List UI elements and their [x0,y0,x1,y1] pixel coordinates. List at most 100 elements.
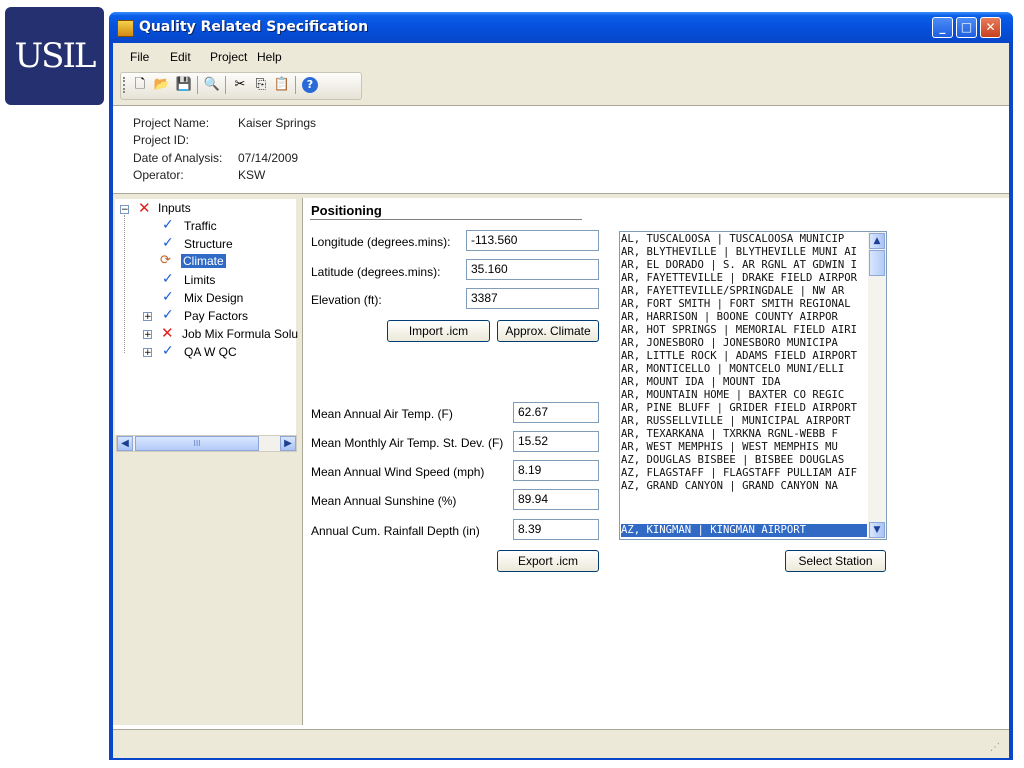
menu-help[interactable]: Help [257,50,282,64]
help-icon[interactable]: ? [302,77,318,93]
close-button[interactable]: ✕ [980,17,1001,38]
approx-climate-button[interactable]: Approx. Climate [497,320,599,342]
menu-file[interactable]: File [130,50,149,64]
project-name-value: Kaiser Springs [238,116,317,130]
positioning-title: Positioning [311,203,382,218]
station-item[interactable]: AR, FAYETTEVILLE/SPRINGDALE | NW AR [621,285,867,298]
station-item[interactable]: AR, RUSSELLVILLE | MUNICIPAL AIRPORT [621,415,867,428]
air-temp-input[interactable]: 62.67 [513,402,599,423]
station-item[interactable]: AR, FAYETTEVILLE | DRAKE FIELD AIRPOR [621,272,867,285]
latitude-label: Latitude (degrees.mins): [311,265,441,279]
save-icon[interactable]: 💾 [175,76,193,94]
air-temp-label: Mean Annual Air Temp. (F) [311,407,453,421]
in-progress-icon: ⟳ [160,253,171,268]
station-item[interactable]: AR, MOUNT IDA | MOUNT IDA [621,376,867,389]
station-item[interactable]: AR, EL DORADO | S. AR RGNL AT GDWIN I [621,259,867,272]
cut-icon[interactable]: ✂ [231,76,249,94]
station-item[interactable]: AR, HOT SPRINGS | MEMORIAL FIELD AIRI [621,324,867,337]
sunshine-input[interactable]: 89.94 [513,489,599,510]
resize-grip[interactable]: ⋰ [990,742,1000,753]
expand-job-mix-toggle[interactable]: + [143,330,152,340]
tree-item-traffic[interactable]: Traffic [184,219,217,233]
scroll-up-button[interactable]: ▲ [869,233,885,249]
expand-qa-qc-toggle[interactable]: + [143,348,152,358]
scroll-right-button[interactable]: ▶ [280,436,296,451]
analysis-date-value: 07/14/2009 [238,151,299,165]
station-item[interactable]: AR, MONTICELLO | MONTCELO MUNI/ELLI [621,363,867,376]
status-bar [113,729,1009,758]
check-icon: ✓ [162,235,174,251]
station-item[interactable]: AR, MOUNTAIN HOME | BAXTER CO REGIC [621,389,867,402]
tree-item-limits[interactable]: Limits [184,273,215,287]
menu-bar [113,43,1009,69]
toolbar-separator [295,76,296,94]
station-list-scrollbar[interactable] [868,232,886,539]
station-item[interactable]: AR, JONESBORO | JONESBORO MUNICIPA [621,337,867,350]
tree-item-climate[interactable]: Climate [181,254,226,268]
elevation-input[interactable]: 3387 [466,288,599,309]
logo-text: USIL [14,36,97,76]
tree-item-inputs[interactable]: Inputs [158,201,191,215]
menu-edit[interactable]: Edit [170,50,191,64]
wind-speed-input[interactable]: 8.19 [513,460,599,481]
check-icon: ✓ [162,217,174,233]
station-item[interactable]: AR, LITTLE ROCK | ADAMS FIELD AIRPORT [621,350,867,363]
expand-pay-factors-toggle[interactable]: + [143,312,152,322]
station-item[interactable]: AZ, DOUGLAS BISBEE | BISBEE DOUGLAS [621,454,867,467]
scroll-thumb[interactable]: III [135,436,259,451]
tree-item-mix-design[interactable]: Mix Design [184,291,243,305]
check-icon: ✓ [162,289,174,305]
rainfall-input[interactable]: 8.39 [513,519,599,540]
section-divider [310,219,582,220]
export-icm-button[interactable]: Export .icm [497,550,599,572]
operator-label: Operator: [133,168,184,182]
toolbar-grip[interactable] [123,77,127,93]
tree-item-job-mix-formula[interactable]: Job Mix Formula Solu [182,327,298,341]
check-icon: ✓ [162,271,174,287]
station-item[interactable]: AR, TEXARKANA | TXRKNA RGNL-WEBB F [621,428,867,441]
tree-item-structure[interactable]: Structure [184,237,233,251]
toolbar-separator [225,76,226,94]
select-station-button[interactable]: Select Station [785,550,886,572]
paste-icon[interactable]: 📋 [273,76,291,94]
scroll-down-button[interactable]: ▼ [869,522,885,538]
station-item[interactable]: AR, PINE BLUFF | GRIDER FIELD AIRPORT [621,402,867,415]
sunshine-label: Mean Annual Sunshine (%) [311,494,457,508]
station-item[interactable]: AR, WEST MEMPHIS | WEST MEMPHIS MU [621,441,867,454]
longitude-input[interactable]: -113.560 [466,230,599,251]
station-item[interactable]: AR, FORT SMITH | FORT SMITH REGIONAL [621,298,867,311]
copy-icon[interactable]: ⎘ [252,76,270,94]
maximize-button[interactable]: □ [956,17,977,38]
check-icon: ✓ [162,343,174,359]
station-item[interactable]: AR, BLYTHEVILLE | BLYTHEVILLE MUNI AI [621,246,867,259]
app-icon [117,20,134,37]
error-x-icon: ✕ [161,324,174,342]
elevation-label: Elevation (ft): [311,293,382,307]
station-item[interactable]: AZ, GRAND CANYON | GRAND CANYON NA [621,480,867,493]
new-file-icon[interactable]: 🗋 [131,76,149,94]
error-x-icon: ✕ [138,199,151,217]
analysis-date-label: Date of Analysis: [133,151,223,165]
import-icm-button[interactable]: Import .icm [387,320,490,342]
scroll-left-button[interactable]: ◀ [117,436,133,451]
print-preview-icon[interactable]: 🔍 [203,76,221,94]
tree-item-pay-factors[interactable]: Pay Factors [184,309,248,323]
open-folder-icon[interactable]: 📂 [153,76,171,94]
temp-std-dev-label: Mean Monthly Air Temp. St. Dev. (F) [311,436,504,450]
station-item[interactable]: AZ, FLAGSTAFF | FLAGSTAFF PULLIAM AIF [621,467,867,480]
temp-std-dev-input[interactable]: 15.52 [513,431,599,452]
check-icon: ✓ [162,307,174,323]
collapse-inputs-toggle[interactable]: − [120,205,129,215]
station-item[interactable]: AR, HARRISON | BOONE COUNTY AIRPOR [621,311,867,324]
minimize-button[interactable]: _ [932,17,953,38]
latitude-input[interactable]: 35.160 [466,259,599,280]
toolbar-separator [197,76,198,94]
project-id-label: Project ID: [133,133,190,147]
tree-item-qa-qc[interactable]: QA W QC [184,345,237,359]
window-title: Quality Related Specification [139,19,369,35]
station-item[interactable]: AL, TUSCALOOSA | TUSCALOOSA MUNICIP [621,233,867,246]
menu-project[interactable]: Project [210,50,247,64]
station-item-selected[interactable]: AZ, KINGMAN | KINGMAN AIRPORT [621,524,867,537]
station-scroll-thumb[interactable] [869,250,885,276]
usil-logo: USIL [5,7,104,105]
